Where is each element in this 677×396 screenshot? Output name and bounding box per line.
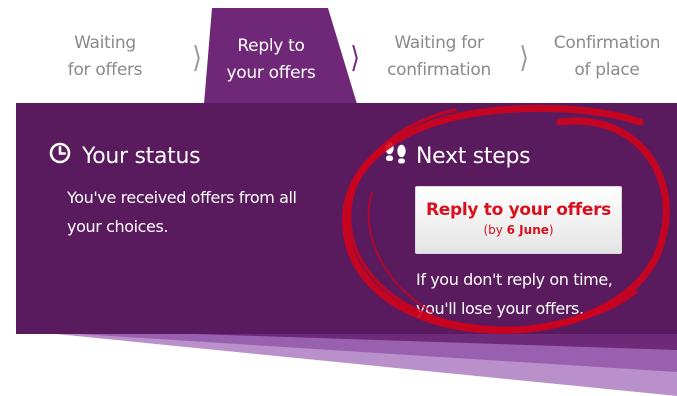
deadline-prefix: (by	[483, 223, 507, 237]
status-heading: Your status	[82, 144, 201, 169]
deadline-text: (by 6 June)	[416, 223, 621, 237]
status-line: You've received offers from all	[67, 188, 297, 207]
deadline-suffix: )	[548, 223, 554, 237]
next-steps-heading: Next steps	[416, 144, 531, 169]
deadline-date: 6 June	[506, 223, 549, 237]
warning-line: If you don't reply on time,	[416, 270, 613, 289]
footprints-icon	[385, 141, 406, 164]
status-line: your choices.	[67, 217, 169, 236]
deadline-warning: If you don't reply on time, you'll lose …	[416, 265, 656, 323]
warning-line: you'll lose your offers.	[416, 299, 584, 318]
button-label: Reply to your offers	[425, 200, 611, 220]
status-message: You've received offers from all your cho…	[67, 183, 307, 241]
reply-to-offers-button[interactable]: Reply to your offers (by 6 June)	[415, 186, 622, 254]
clock-icon	[49, 142, 71, 164]
